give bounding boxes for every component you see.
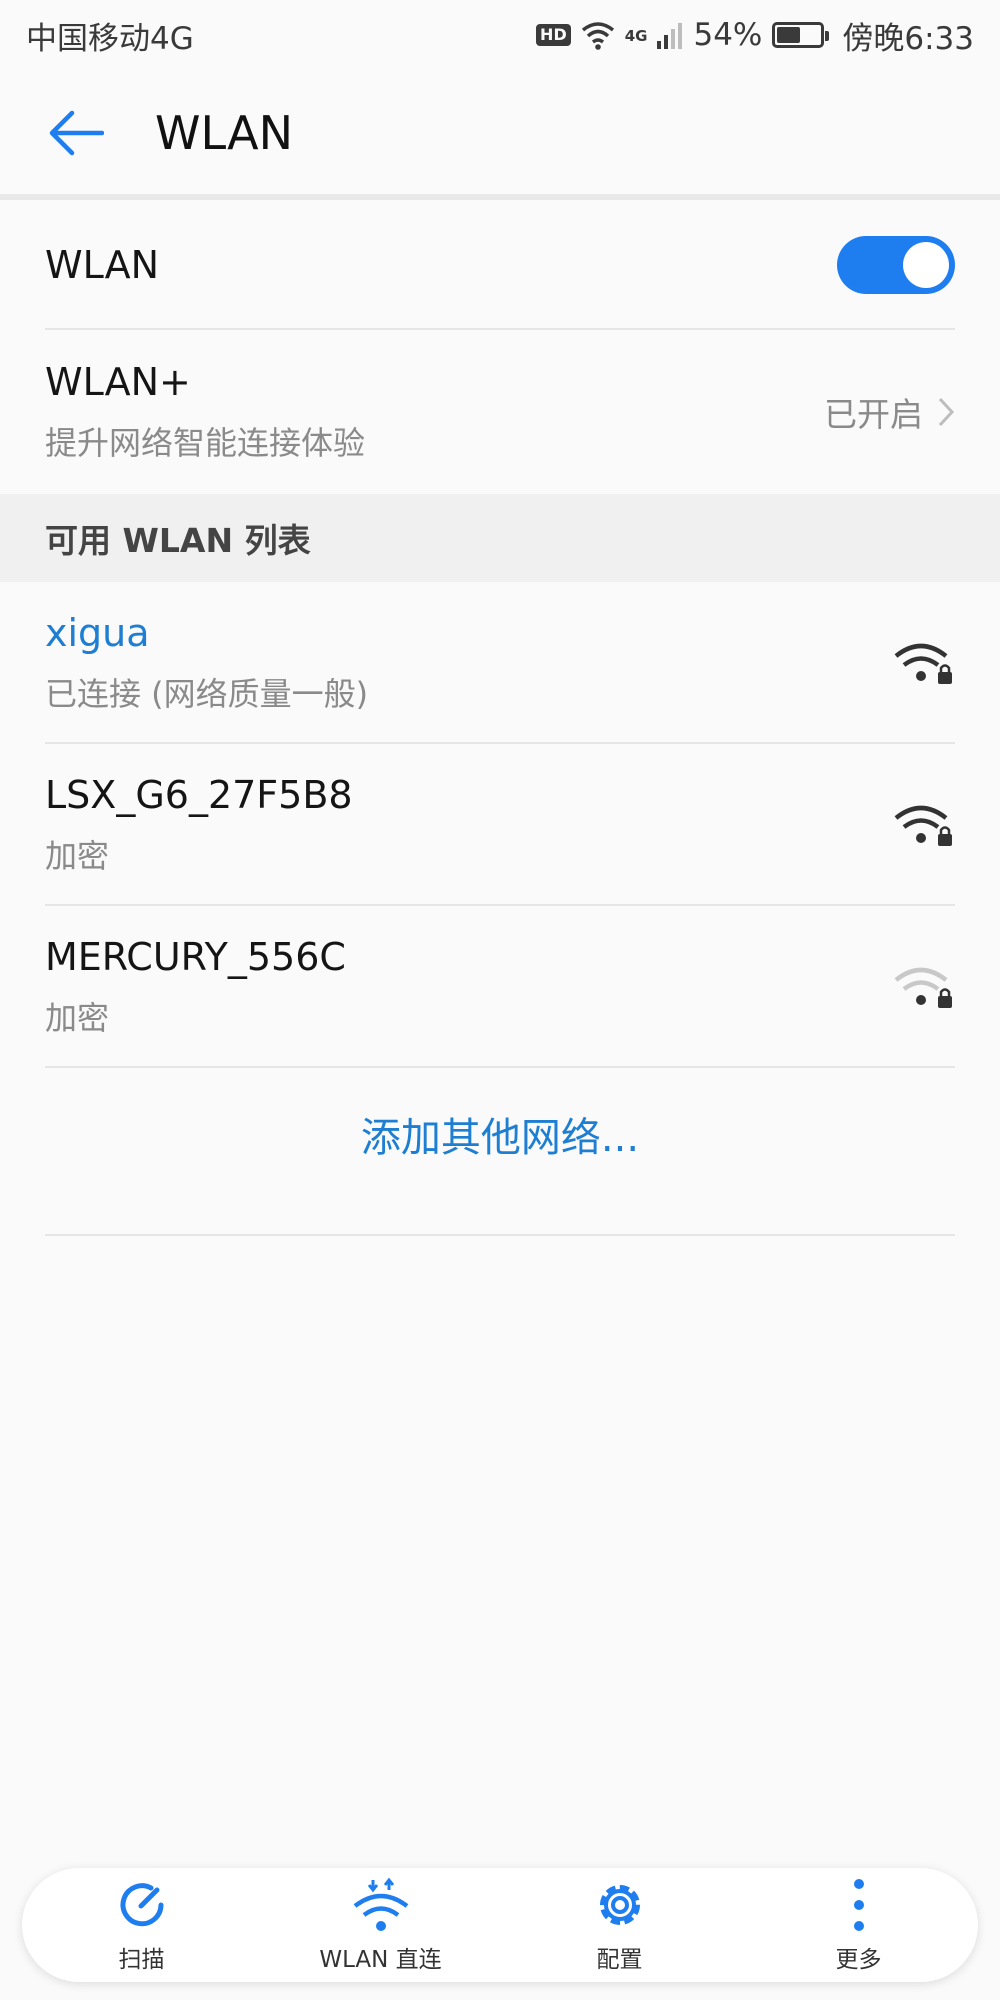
wifi-status-icon [581, 22, 614, 50]
network-text: xigua 已连接 (网络质量一般) [45, 611, 368, 715]
battery-fill [777, 27, 801, 43]
wlan-plus-subtitle: 提升网络智能连接体验 [45, 424, 366, 462]
refresh-icon [120, 1883, 163, 1927]
network-type-label: 4G [624, 26, 648, 45]
wlan-plus-title: WLAN+ [45, 360, 191, 404]
network-status: 加密 [45, 837, 110, 875]
more-vertical-icon [853, 1879, 864, 1931]
battery-percent: 54% [693, 17, 763, 53]
section-header: 可用 WLAN 列表 [0, 494, 1000, 582]
wifi-direct-button[interactable]: WLAN 直连 [271, 1876, 491, 1974]
back-button[interactable] [0, 70, 155, 196]
wlan-toggle-row[interactable]: WLAN [45, 200, 955, 330]
wifi-direct-icon [353, 1877, 408, 1931]
network-text: LSX_G6_27F5B8 加密 [45, 773, 353, 877]
hd-badge: HD [536, 24, 571, 46]
more-button[interactable]: 更多 [749, 1876, 969, 1974]
status-icons: HD 4G 54% 傍晚6:33 [536, 13, 974, 58]
page-title: WLAN [155, 106, 294, 160]
scan-button[interactable]: 扫描 [32, 1876, 252, 1974]
wlan-plus-text: WLAN+ 提升网络智能连接体验 [45, 360, 365, 464]
config-label: 配置 [596, 1947, 643, 1973]
divider [45, 1066, 955, 1068]
more-label: 更多 [835, 1947, 882, 1973]
wifi-direct-label: WLAN 直连 [319, 1947, 442, 1973]
battery-icon [772, 22, 830, 48]
wlan-plus-status: 已开启 [824, 388, 955, 436]
status-bar: 中国移动4G HD 4G 54% 傍晚6:33 [0, 0, 1000, 70]
arrow-left-icon [49, 110, 104, 156]
network-item[interactable]: xigua 已连接 (网络质量一般) [45, 582, 955, 744]
cell-signal-icon [657, 23, 683, 49]
network-item[interactable]: MERCURY_556C 加密 [45, 906, 955, 1068]
wifi-signal-lock-icon [894, 805, 952, 846]
network-status: 已连接 (网络质量一般) [45, 675, 369, 713]
wlan-plus-status-label: 已开启 [824, 395, 923, 434]
network-ssid: LSX_G6_27F5B8 [45, 773, 353, 817]
toggle-knob [903, 242, 949, 288]
gear-icon [599, 1885, 640, 1925]
network-ssid: xigua [45, 611, 150, 655]
bottom-nav: 扫描 WLAN 直连 配置 更多 [22, 1868, 978, 1982]
chevron-right-icon [938, 397, 955, 427]
carrier-label: 中国移动4G [26, 20, 194, 57]
network-status: 加密 [45, 999, 110, 1037]
clock: 傍晚6:33 [842, 20, 974, 57]
wlan-toggle-label: WLAN [45, 243, 160, 287]
scan-label: 扫描 [118, 1947, 165, 1973]
app-bar: WLAN [0, 70, 1000, 196]
network-text: MERCURY_556C 加密 [45, 935, 346, 1039]
network-item[interactable]: LSX_G6_27F5B8 加密 [45, 744, 955, 906]
wlan-toggle-switch[interactable] [837, 236, 955, 294]
add-network-link[interactable]: 添加其他网络... [0, 1105, 1000, 1163]
wifi-signal-lock-icon [894, 643, 952, 684]
wifi-signal-lock-icon [894, 967, 952, 1008]
divider [45, 1234, 955, 1236]
network-ssid: MERCURY_556C [45, 935, 346, 979]
config-button[interactable]: 配置 [510, 1876, 730, 1974]
wlan-plus-row[interactable]: WLAN+ 提升网络智能连接体验 已开启 [45, 330, 955, 494]
